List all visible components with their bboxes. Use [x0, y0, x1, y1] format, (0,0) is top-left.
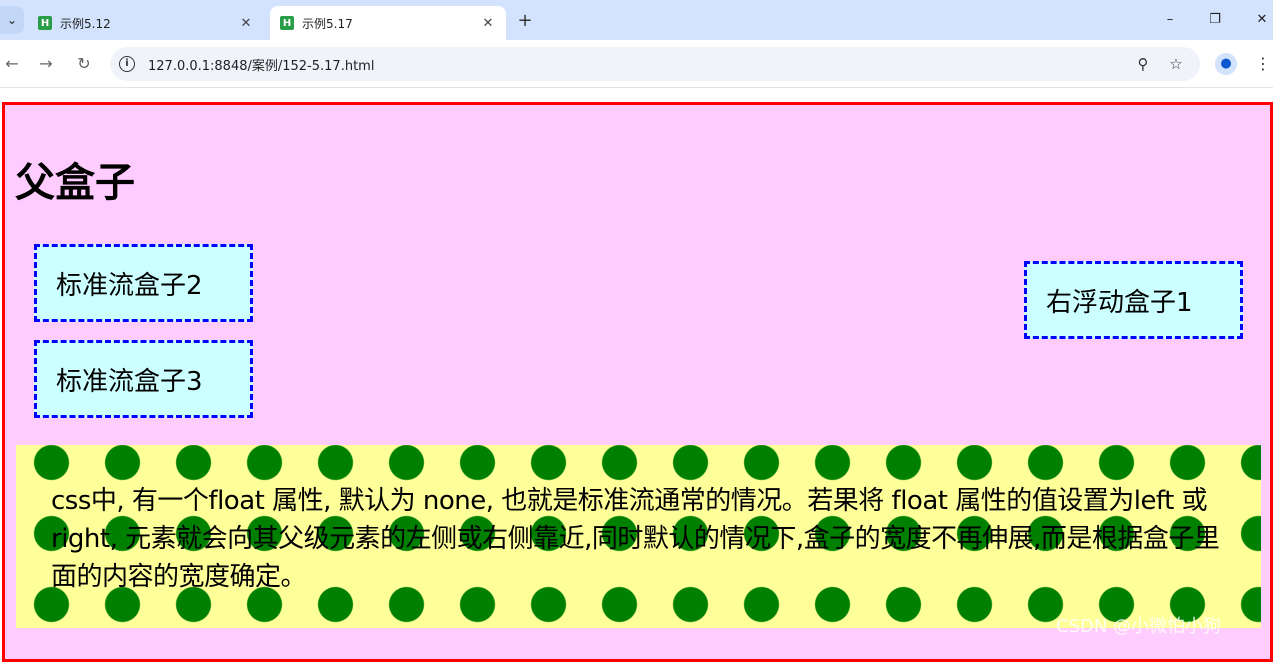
star-icon[interactable]: ☆	[1165, 53, 1187, 75]
tab-strip: ⌄ H 示例5.12 ✕ H 示例5.17 ✕ + – ❐ ✕	[0, 0, 1273, 40]
tab-example-5-17[interactable]: H 示例5.17 ✕	[270, 6, 506, 40]
watermark: CSDN @小微怕小狗	[1056, 616, 1222, 637]
standard-flow-box-3: 标准流盒子3	[34, 340, 253, 418]
plus-icon: +	[517, 10, 533, 31]
box-label: 右浮动盒子1	[1046, 287, 1193, 318]
address-bar[interactable]: i 127.0.0.1:8848/案例/152-5.17.html ⚲ ☆	[110, 47, 1200, 81]
new-tab-button[interactable]: +	[514, 10, 536, 32]
arrow-left-icon: ←	[5, 54, 19, 73]
close-icon: ✕	[1256, 12, 1268, 27]
minimize-icon: –	[1166, 12, 1174, 27]
tab-title: 示例5.12	[60, 16, 111, 31]
forward-button[interactable]: →	[34, 52, 58, 76]
chevron-down-icon: ⌄	[6, 13, 18, 27]
reload-icon: ↻	[77, 54, 91, 73]
tab-example-5-12[interactable]: H 示例5.12 ✕	[28, 6, 264, 40]
menu-dots-icon[interactable]: ⋮	[1255, 52, 1271, 76]
url-text[interactable]: 127.0.0.1:8848/案例/152-5.17.html	[148, 55, 374, 74]
standard-flow-box-2: 标准流盒子2	[34, 244, 253, 322]
browser-toolbar: ← → ↻ i 127.0.0.1:8848/案例/152-5.17.html …	[0, 40, 1273, 88]
arrow-right-icon: →	[39, 54, 53, 73]
zoom-icon[interactable]: ⚲	[1132, 53, 1154, 75]
close-icon[interactable]: ✕	[238, 16, 254, 31]
box-label: 标准流盒子3	[56, 366, 203, 397]
restore-icon: ❐	[1209, 12, 1221, 27]
parent-box: 父盒子 标准流盒子2 标准流盒子3 右浮动盒子1 css中, 有一个float …	[2, 102, 1273, 662]
tab-search-button[interactable]: ⌄	[0, 6, 24, 34]
minimize-button[interactable]: –	[1157, 8, 1183, 32]
description-box: css中, 有一个float 属性, 默认为 none, 也就是标准流通常的情况…	[16, 445, 1261, 628]
back-button[interactable]: ←	[0, 52, 24, 76]
html-file-icon: H	[280, 16, 294, 30]
right-float-box-1: 右浮动盒子1	[1024, 261, 1243, 339]
profile-icon[interactable]: ●	[1215, 53, 1237, 75]
window-close-button[interactable]: ✕	[1249, 8, 1273, 32]
parent-title: 父盒子	[15, 160, 135, 206]
reload-button[interactable]: ↻	[72, 52, 96, 76]
html-file-icon: H	[38, 16, 52, 30]
box-label: 标准流盒子2	[56, 270, 203, 301]
info-icon[interactable]: i	[119, 56, 135, 72]
close-icon[interactable]: ✕	[480, 16, 496, 31]
tab-title: 示例5.17	[302, 16, 353, 31]
restore-button[interactable]: ❐	[1202, 8, 1228, 32]
description-text: css中, 有一个float 属性, 默认为 none, 也就是标准流通常的情况…	[51, 486, 1220, 592]
